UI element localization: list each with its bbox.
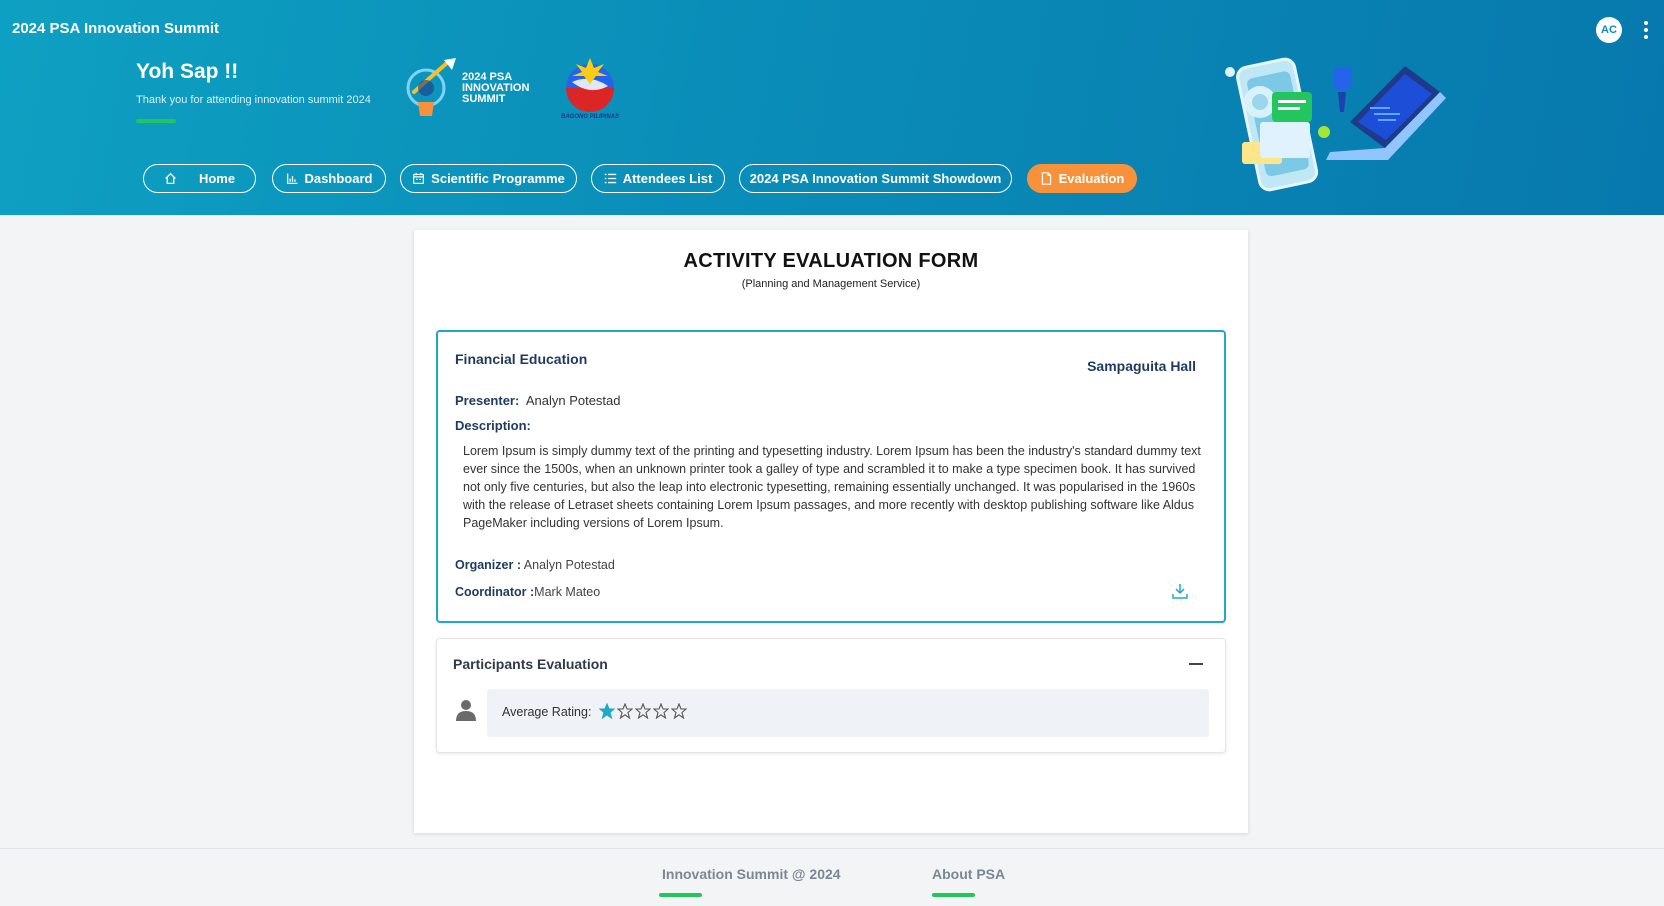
presenter-label: Presenter: — [455, 393, 520, 408]
average-rating-label: Average Rating: — [502, 705, 592, 719]
presenter-row: Presenter: Analyn Potestad — [455, 393, 621, 408]
nav-summit-showdown-label: 2024 PSA Innovation Summit Showdown — [749, 171, 1002, 186]
organizer-value: Analyn Potestad — [523, 558, 615, 572]
list-icon — [604, 173, 616, 184]
nav-dashboard-label: Dashboard — [304, 171, 373, 186]
nav-home-label: Home — [198, 171, 236, 186]
session-details-panel: Financial Education Sampaguita Hall Pres… — [436, 330, 1226, 623]
nav-evaluation[interactable]: Evaluation — [1027, 164, 1137, 193]
participants-evaluation-panel: Participants Evaluation Average Rating: — [436, 638, 1226, 753]
rating-box: Average Rating: — [487, 689, 1209, 737]
session-venue: Sampaguita Hall — [1087, 358, 1196, 374]
greeting-underline — [136, 119, 176, 123]
description-label: Description: — [455, 418, 531, 433]
lightbulb-rocket-icon — [406, 58, 456, 116]
calendar-icon — [413, 172, 425, 184]
footer-link-about-underline — [932, 893, 975, 897]
more-options-icon[interactable] — [1640, 18, 1652, 42]
footer-link-about-psa[interactable]: About PSA — [932, 866, 1005, 882]
bagong-pilipinas-seal: BAGONG PILIPINAS — [552, 56, 628, 124]
greeting-subtitle: Thank you for attending innovation summi… — [136, 94, 371, 106]
nav-attendees-list-label: Attendees List — [622, 171, 713, 186]
presenter-value: Analyn Potestad — [525, 393, 621, 408]
greeting: Yoh Sap !! — [136, 60, 239, 83]
star-empty-icon — [617, 703, 633, 719]
download-icon[interactable] — [1172, 583, 1188, 599]
organizer-label: Organizer : — [455, 558, 521, 572]
footer-link-summit-underline — [659, 893, 702, 897]
seal-caption: BAGONG PILIPINAS — [560, 114, 619, 120]
star-filled-icon — [599, 703, 615, 719]
participants-evaluation-title: Participants Evaluation — [453, 656, 608, 672]
document-icon — [1041, 172, 1051, 185]
star-empty-icon — [671, 703, 687, 719]
bar-chart-icon — [286, 173, 297, 185]
coordinator-row: Coordinator :Mark Mateo — [455, 585, 600, 599]
footer-link-summit[interactable]: Innovation Summit @ 2024 — [662, 866, 841, 882]
nav-dashboard[interactable]: Dashboard — [272, 164, 386, 193]
nav-scientific-programme[interactable]: Scientific Programme — [400, 164, 577, 193]
home-icon — [165, 172, 176, 185]
nav-scientific-programme-label: Scientific Programme — [431, 171, 565, 186]
summit-logo-text: 2024 PSA INNOVATION SUMMIT — [462, 71, 530, 105]
session-title: Financial Education — [455, 351, 588, 367]
nav-home[interactable]: Home — [143, 164, 256, 193]
coordinator-label: Coordinator : — [455, 585, 535, 599]
nav-summit-showdown[interactable]: 2024 PSA Innovation Summit Showdown — [739, 164, 1012, 193]
form-subtitle: (Planning and Management Service) — [741, 278, 921, 290]
star-empty-icon — [653, 703, 669, 719]
collapse-icon[interactable] — [1189, 663, 1203, 665]
coordinator-value: Mark Mateo — [534, 585, 601, 599]
form-title: ACTIVITY EVALUATION FORM — [683, 250, 979, 272]
evaluation-form-card: ACTIVITY EVALUATION FORM (Planning and M… — [414, 230, 1248, 833]
app-title: 2024 PSA Innovation Summit — [12, 20, 219, 37]
hero-illustration — [1225, 57, 1446, 192]
nav-attendees-list[interactable]: Attendees List — [591, 164, 725, 193]
footer: Innovation Summit @ 2024 About PSA — [0, 848, 1664, 906]
summit-logo: 2024 PSA INNOVATION SUMMIT — [404, 58, 544, 122]
user-avatar[interactable]: AC — [1596, 17, 1622, 43]
nav-evaluation-label: Evaluation — [1058, 171, 1125, 186]
star-empty-icon — [635, 703, 651, 719]
header-banner: 2024 PSA Innovation Summit AC Yoh Sap !!… — [0, 0, 1664, 215]
description-text: Lorem Ipsum is simply dummy text of the … — [463, 444, 1201, 530]
organizer-row: Organizer : Analyn Potestad — [455, 558, 615, 572]
user-icon — [456, 700, 476, 721]
star-rating — [599, 703, 687, 719]
